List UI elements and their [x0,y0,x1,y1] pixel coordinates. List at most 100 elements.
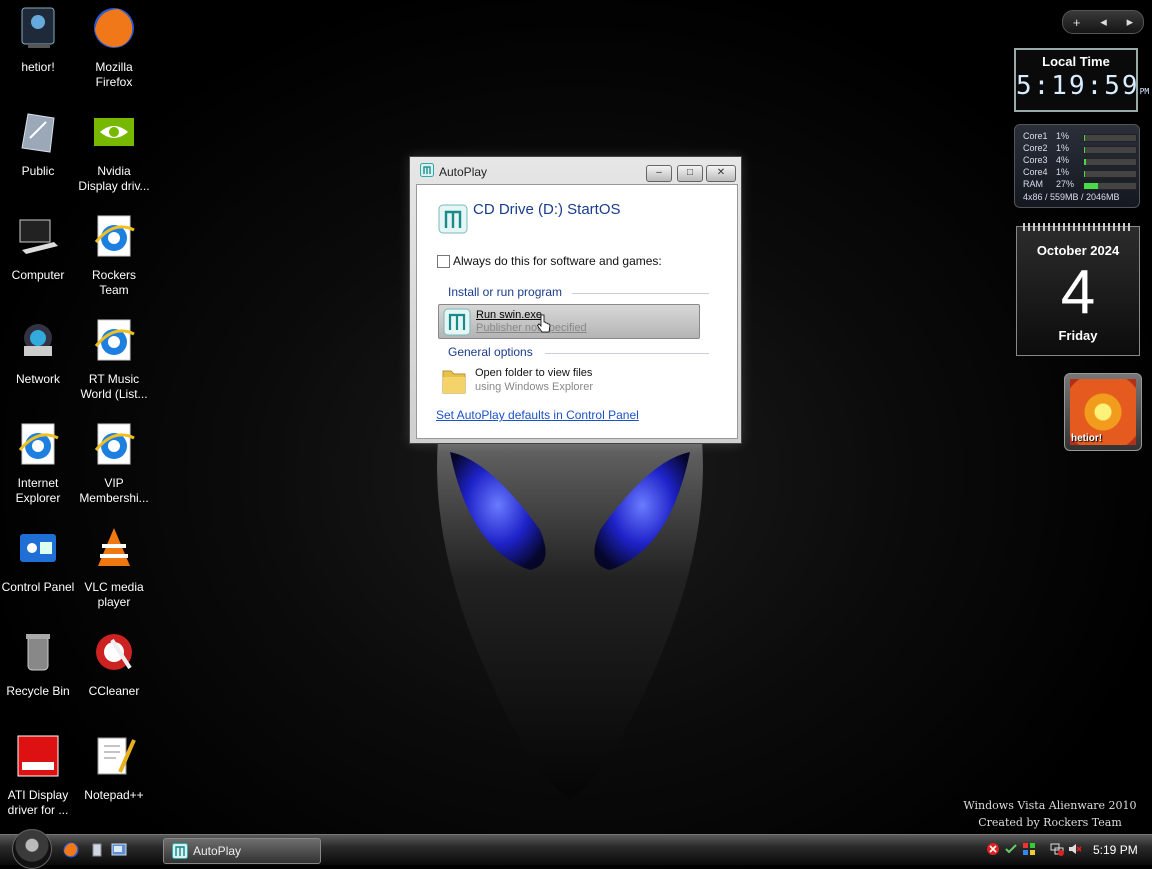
desktop-icon-notepad-plus-plus[interactable]: Notepad++ [76,732,152,803]
cpu-usage-bar [1083,146,1137,154]
calendar-weekday: Friday [1058,328,1098,343]
install-section-divider [572,293,709,294]
desktop-icon-hetior[interactable]: hetior! [0,4,76,75]
folder-icon[interactable] [441,365,467,395]
cpu-row-core2: Core2 1% [1023,143,1137,155]
public-folder-icon [21,113,55,153]
cpu-row-name: Core3 [1023,155,1048,165]
ccleaner-icon [96,634,132,670]
control-panel-icon [20,534,56,562]
desktop-icon-internet-explorer[interactable]: Internet Explorer [0,420,76,506]
drive-title: CD Drive (D:) StartOS [473,201,621,218]
calendar-gadget[interactable]: October 2024 4 Friday [1016,223,1140,356]
desktop-icon-public[interactable]: Public [0,108,76,179]
cpu-row-percent: 1% [1056,143,1070,153]
desktop-icon-vlc-media-player[interactable]: VLC media player [76,524,152,610]
desktop-icon-control-panel[interactable]: Control Panel [0,524,76,595]
desktop-icon-label: VIP Membershi... [79,476,149,505]
desktop-icon-rt-music-world[interactable]: RT Music World (List... [76,316,152,402]
calendar-spiral [1023,223,1133,231]
desktop-icon-computer[interactable]: Computer [0,212,76,283]
desktop-icon-mozilla-firefox[interactable]: Mozilla Firefox [76,4,152,90]
desktop-icon-rockers-team[interactable]: Rockers Team [76,212,152,298]
slideshow-gadget[interactable]: hetior! [1064,373,1142,451]
open-folder-label[interactable]: Open folder to view files [475,367,592,379]
wallpaper-watermark: Windows Vista Alienware 2010 Created by … [960,797,1140,831]
hand-cursor-icon [537,314,551,333]
desktop-icon-label: Recycle Bin [6,684,70,698]
add-gadget-button[interactable]: + [1073,15,1081,30]
internet-explorer-icon [94,215,135,257]
taskbar-clock[interactable]: 5:19 PM [1093,843,1138,857]
taskbar: AutoPlay 5:19 PM [0,829,1152,869]
cpu-usage-fill [1084,183,1099,189]
maximize-button[interactable]: □ [677,165,703,182]
slideshow-caption: hetior! [1071,433,1103,444]
security-alert-icon[interactable] [986,842,1000,856]
desktop-icon-recycle-bin[interactable]: Recycle Bin [0,628,76,699]
cpu-usage-bar [1083,170,1137,178]
general-section-divider [545,353,709,354]
cpu-usage-bar [1083,134,1137,142]
close-button[interactable]: ✕ [706,165,736,182]
clock-digits: 5:19:59 [1016,71,1140,101]
desktop-icon-label: Mozilla Firefox [95,60,133,89]
desktop-icon-vip-membership[interactable]: VIP Membershi... [76,420,152,506]
open-folder-sublabel: using Windows Explorer [475,381,593,393]
show-desktop-icon[interactable] [88,841,106,859]
internet-explorer-icon [94,319,135,361]
clock-time: 5:19:59PM [1016,71,1149,101]
cpu-row-percent: 27% [1056,179,1075,189]
dialog-titlebar[interactable]: AutoPlay – □ ✕ [410,157,741,182]
clock-title: Local Time [1042,54,1110,69]
previous-gadget-button[interactable]: ◂ [1100,14,1107,30]
desktop-icon-ccleaner[interactable]: CCleaner [76,628,152,699]
desktop-icon-ati-display-driver[interactable]: ATI Display driver for ... [0,732,76,818]
program-icon [443,308,471,336]
run-program-option[interactable]: Run swin.exe Publisher not specified [438,304,700,339]
cpu-row-percent: 4% [1056,155,1070,165]
clock-gadget[interactable]: Local Time 5:19:59PM [1014,48,1149,112]
network-icon [24,324,52,356]
switch-windows-icon[interactable] [110,841,128,859]
sidebar-controls: + ◂ ▸ [1062,10,1144,34]
minimize-button[interactable]: – [646,165,672,182]
desktop-icon-label: Internet Explorer [15,476,61,505]
dialog-title: AutoPlay [439,165,488,179]
calendar-month: October 2024 [1036,243,1120,258]
watermark-line-2: Created by Rockers Team [978,816,1122,829]
desktop-icon-label: Public [21,164,55,178]
calendar-day: 4 [1060,258,1096,327]
taskbar-button-autoplay[interactable]: AutoPlay [163,838,321,864]
next-gadget-button[interactable]: ▸ [1127,14,1134,30]
notepad-plus-icon [97,737,136,775]
shield-check-icon[interactable] [1004,842,1018,856]
autoplay-icon [420,163,434,177]
dialog-content: CD Drive (D:) StartOS Always do this for… [416,184,738,439]
desktop-icon-network[interactable]: Network [0,316,76,387]
cpu-row-percent: 1% [1056,167,1070,177]
nvidia-icon [94,118,134,146]
always-do-this-label[interactable]: Always do this for software and games: [453,254,662,268]
publisher-label: Publisher not specified [476,322,587,334]
ati-icon [17,735,59,777]
firefox-quicklaunch-icon[interactable] [62,841,80,859]
cpu-usage-fill [1084,159,1087,165]
vlc-icon [98,528,130,566]
internet-explorer-icon [94,423,135,465]
cpu-meter-gadget[interactable]: Core1 1% Core2 1% Core3 4% Core4 1% RAM 27% 4x86 … [1014,124,1140,208]
internet-explorer-icon [18,423,59,465]
volume-muted-icon[interactable] [1068,842,1082,856]
autoplay-defaults-link[interactable]: Set AutoPlay defaults in Control Panel [436,408,639,422]
start-button[interactable] [12,829,52,869]
desktop-icon-nvidia-display-driver[interactable]: Nvidia Display driv... [76,108,152,194]
cpu-row-percent: 1% [1056,131,1070,141]
cpu-row-name: Core1 [1023,131,1048,141]
desktop-icon-label: Computer [11,268,65,282]
autoplay-task-icon [172,843,188,859]
network-status-icon[interactable] [1050,842,1064,856]
windows-update-icon[interactable] [1022,842,1036,856]
always-do-this-checkbox[interactable] [437,255,450,268]
cpu-row-ram: RAM 27% [1023,179,1137,191]
desktop-icon-label: RT Music World (List... [80,372,148,401]
